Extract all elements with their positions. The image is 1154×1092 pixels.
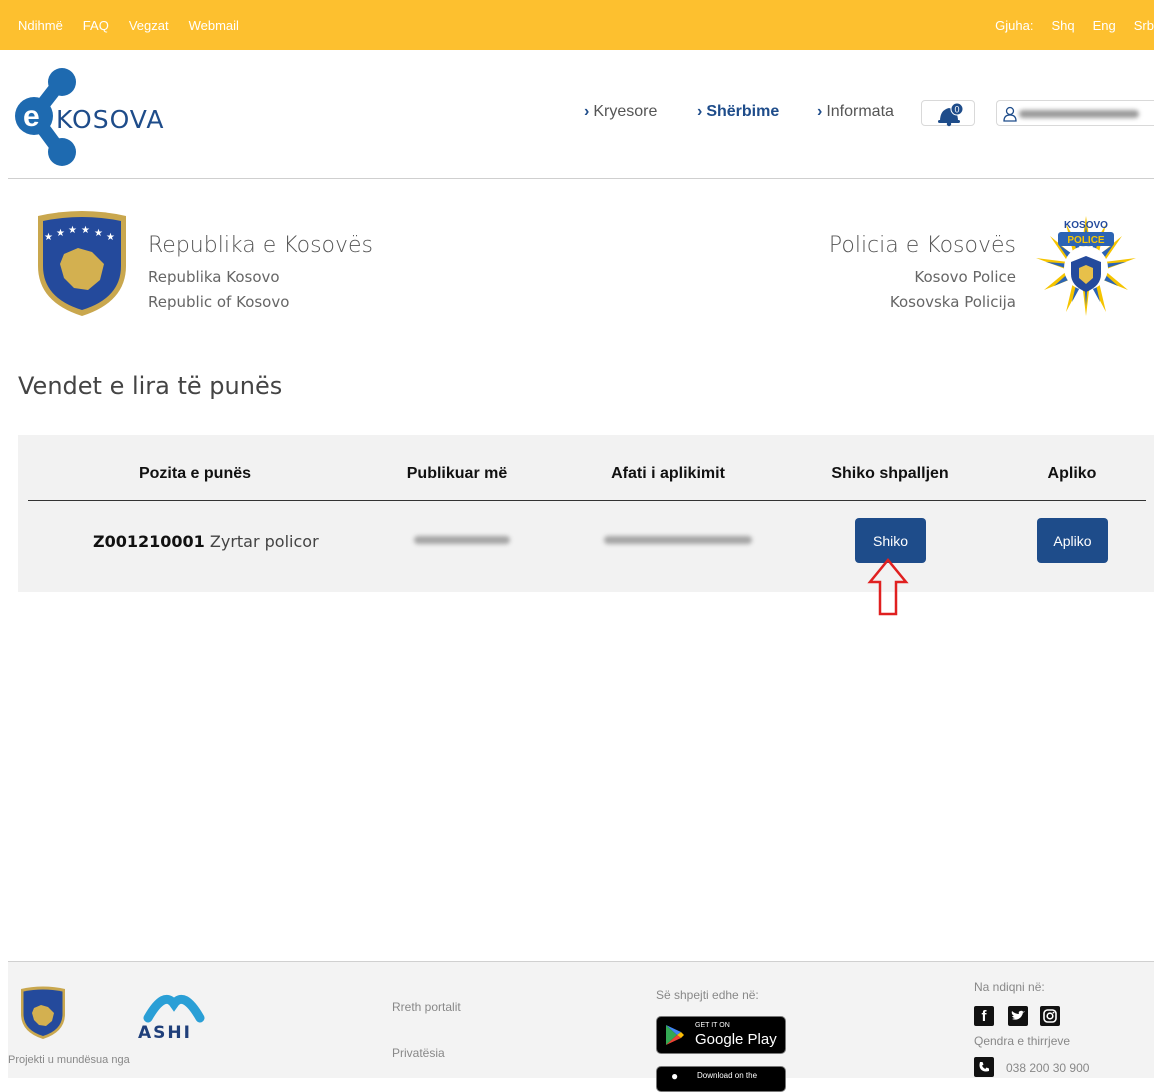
svg-text:POLICE: POLICE xyxy=(1067,235,1105,246)
follow-label: Na ndiqni në: xyxy=(974,980,1045,994)
column-header-view-announcement: Shiko shpalljen xyxy=(831,465,949,482)
header: e KOSOVA › Kryesore › Shërbime › Informata … xyxy=(0,50,1154,178)
svg-text:ASHI: ASHI xyxy=(138,1023,192,1040)
institution-right-name: Policia e Kosovës xyxy=(828,233,1016,258)
job-code: Z001210001 xyxy=(93,532,205,551)
institution-left-name: Republika e Kosovës xyxy=(148,233,374,258)
google-play-icon xyxy=(666,1025,684,1045)
annotation-arrow-up-icon xyxy=(867,558,909,616)
svg-text:★: ★ xyxy=(44,232,53,243)
column-header-deadline: Afati i aplikimit xyxy=(611,465,725,482)
view-announcement-button[interactable]: Shiko xyxy=(855,518,926,563)
nav-services[interactable]: › Shërbime xyxy=(697,103,779,121)
language-switcher: Gjuha: Shq Eng Srb xyxy=(995,18,1154,33)
google-play-badge[interactable]: GET IT ON Google Play xyxy=(656,1016,786,1054)
link-vegzat[interactable]: Vegzat xyxy=(129,18,169,33)
twitter-icon[interactable] xyxy=(1008,1006,1028,1026)
language-shq[interactable]: Shq xyxy=(1051,18,1074,33)
nav-information[interactable]: › Informata xyxy=(817,103,894,121)
chevron-right-icon: › xyxy=(584,103,590,120)
svg-text:★: ★ xyxy=(68,225,77,236)
kosovo-police-badge: POLICE KOSOVO xyxy=(1036,216,1136,316)
svg-text:★: ★ xyxy=(94,228,103,239)
table-header-divider xyxy=(28,500,1146,501)
instagram-icon[interactable] xyxy=(1040,1006,1060,1026)
page-title: Vendet e lira të punës xyxy=(18,372,283,400)
bell-icon: 0 xyxy=(938,102,964,127)
svg-text:★: ★ xyxy=(106,232,115,243)
jobs-table-panel xyxy=(18,435,1154,592)
column-header-apply: Apliko xyxy=(1047,465,1097,482)
institution-left-line3: Republic of Kosovo xyxy=(148,293,290,311)
institution-left-line2: Republika Kosovo xyxy=(148,268,280,286)
user-menu[interactable] xyxy=(996,100,1154,126)
footer-link-about[interactable]: Rreth portalit xyxy=(392,1000,461,1014)
link-faq[interactable]: FAQ xyxy=(83,18,109,33)
ekosova-logo-icon: e KOSOVA xyxy=(15,68,164,166)
ashi-logo: ASHI xyxy=(138,994,205,1040)
column-header-published: Publikuar më xyxy=(406,465,508,482)
svg-text:★: ★ xyxy=(81,225,90,236)
footer-coat-of-arms xyxy=(21,986,65,1039)
phone-icon xyxy=(974,1057,994,1077)
job-title: Zyrtar policor xyxy=(209,532,319,551)
footer-link-privacy[interactable]: Privatësia xyxy=(392,1046,445,1060)
kosovo-coat-of-arms: ★ ★ ★ ★ ★ ★ xyxy=(38,211,126,316)
nav-home[interactable]: › Kryesore xyxy=(584,103,657,121)
footer: ASHI Projekti u mundësua nga Rreth porta… xyxy=(8,962,1154,1092)
notifications-button[interactable]: 0 xyxy=(921,100,975,127)
apple-icon: ● xyxy=(671,1069,679,1083)
chevron-right-icon: › xyxy=(817,103,823,120)
svg-text:★: ★ xyxy=(56,228,65,239)
user-icon xyxy=(1003,106,1017,122)
apps-label: Së shpejti edhe në: xyxy=(656,988,759,1002)
published-date-redacted xyxy=(414,536,510,544)
language-label: Gjuha: xyxy=(995,18,1034,33)
column-header-position: Pozita e punës xyxy=(138,465,252,482)
top-bar: Ndihmë FAQ Vegzat Webmail Gjuha: Shq Eng… xyxy=(0,0,1154,50)
ekosova-logo[interactable]: e KOSOVA xyxy=(14,66,194,166)
job-position-cell: Z001210001 Zyrtar policor xyxy=(93,532,319,551)
deadline-date-redacted xyxy=(604,536,752,544)
header-divider xyxy=(8,178,1154,179)
institution-right-line2: Kosovo Police xyxy=(914,268,1016,286)
svg-text:e: e xyxy=(23,100,40,133)
apply-button[interactable]: Apliko xyxy=(1037,518,1108,563)
app-store-badge[interactable]: ● Download on the xyxy=(656,1066,786,1092)
facebook-icon[interactable]: f xyxy=(974,1006,994,1026)
project-text: Projekti u mundësua nga xyxy=(8,1054,130,1066)
chevron-right-icon: › xyxy=(697,103,703,120)
username-redacted xyxy=(1019,110,1139,118)
call-center-label: Qendra e thirrjeve xyxy=(974,1034,1071,1048)
svg-text:KOSOVO: KOSOVO xyxy=(1064,220,1108,231)
language-srb[interactable]: Srb xyxy=(1134,18,1154,33)
institution-right-line3: Kosovska Policija xyxy=(889,293,1016,311)
top-links: Ndihmë FAQ Vegzat Webmail xyxy=(18,18,239,33)
call-center-phone[interactable]: 038 200 30 900 xyxy=(1006,1061,1089,1075)
link-webmail[interactable]: Webmail xyxy=(189,18,239,33)
notification-count: 0 xyxy=(954,105,959,115)
svg-text:KOSOVA: KOSOVA xyxy=(56,105,164,134)
link-help[interactable]: Ndihmë xyxy=(18,18,63,33)
language-eng[interactable]: Eng xyxy=(1093,18,1116,33)
